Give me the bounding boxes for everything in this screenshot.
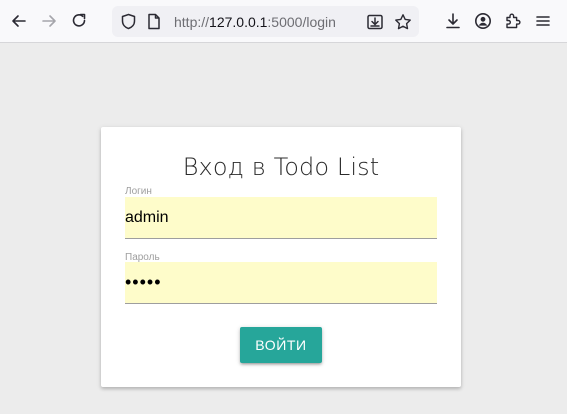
back-button[interactable] [6, 8, 32, 34]
page-icon[interactable] [146, 13, 162, 30]
url-text[interactable]: http://127.0.0.1:5000/login [174, 14, 336, 30]
hamburger-menu-icon [536, 16, 550, 26]
username-label: Логин [125, 186, 152, 197]
address-bar[interactable]: http://127.0.0.1:5000/login [112, 6, 419, 37]
page-title: Вход в Todo List [182, 153, 380, 181]
reload-button[interactable] [66, 8, 92, 34]
login-button[interactable]: ВОЙТИ [240, 327, 322, 363]
reload-icon [72, 13, 86, 27]
arrow-right-icon [42, 15, 56, 27]
url-scheme: http:// [174, 14, 210, 30]
url-host: 127.0.0.1 [209, 14, 268, 30]
downloads-button[interactable] [440, 8, 466, 34]
download-icon [446, 13, 460, 29]
arrow-left-icon [12, 15, 26, 27]
save-to-pocket-icon [367, 14, 383, 30]
account-button[interactable] [470, 8, 496, 34]
star-icon [395, 14, 411, 30]
username-field[interactable] [125, 197, 437, 239]
login-card: Вход в Todo List Логин Пароль ВОЙТИ [101, 127, 461, 387]
menu-button[interactable] [530, 8, 556, 34]
puzzle-icon [506, 13, 521, 29]
url-path: :5000/login [267, 14, 336, 30]
extensions-button[interactable] [500, 8, 526, 34]
save-to-pocket-button[interactable] [364, 11, 386, 33]
account-icon [475, 13, 491, 29]
browser-toolbar: http://127.0.0.1:5000/login [0, 0, 567, 43]
bookmark-button[interactable] [392, 11, 414, 33]
forward-button[interactable] [36, 8, 62, 34]
password-field[interactable] [125, 262, 437, 304]
shield-icon[interactable] [120, 13, 137, 30]
